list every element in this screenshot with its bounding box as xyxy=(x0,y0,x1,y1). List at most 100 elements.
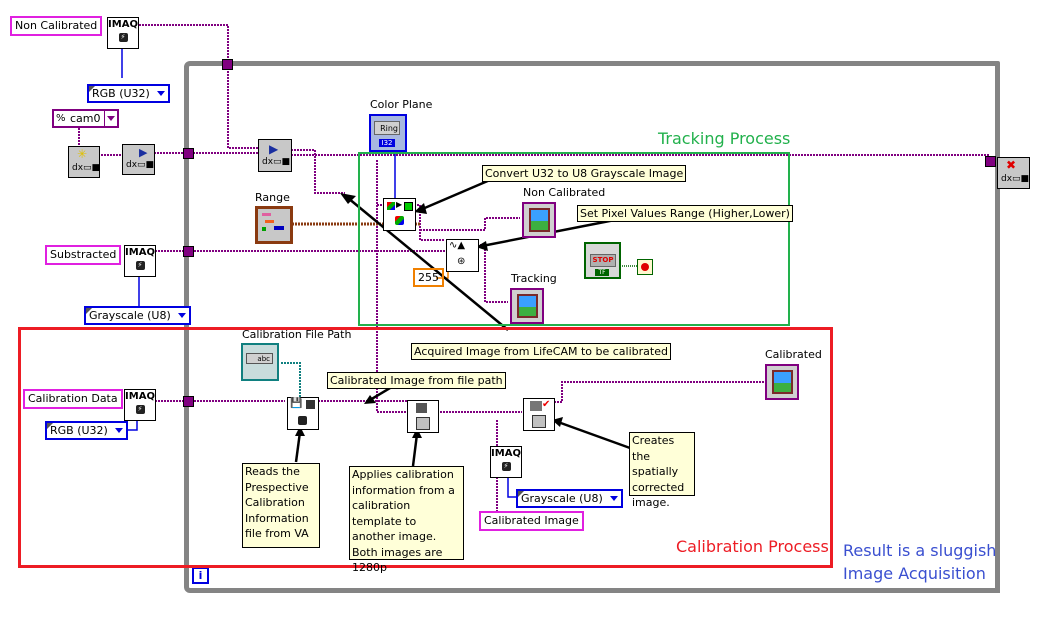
imaq-label: IMAQ xyxy=(125,391,155,402)
dropdown-arrow-icon xyxy=(177,313,186,318)
imaq-create-icon: ⚡ xyxy=(135,405,145,414)
camera-icon: dx▭■ xyxy=(262,157,291,167)
camera-name-ring[interactable]: % cam0 xyxy=(52,109,119,128)
imaq-correct-calibrated-image[interactable]: ✔ xyxy=(523,398,555,431)
note-reads: Reads the Prespective Calibration Inform… xyxy=(242,463,320,548)
constant-255[interactable]: 255 xyxy=(413,268,444,287)
dropdown-arrow-icon xyxy=(114,428,123,433)
enum-value: Grayscale (U8) xyxy=(521,492,603,505)
tracking-process-title: Tracking Process xyxy=(658,129,791,148)
image-icon xyxy=(306,400,315,409)
tracking-display-label: Tracking xyxy=(511,272,557,285)
image-icon xyxy=(517,294,538,318)
camera-icon: dx▭■ xyxy=(72,163,101,173)
histogram-icon: ∿▲ xyxy=(449,240,466,251)
cluster-element xyxy=(262,227,266,231)
image-type-enum-rgb-top[interactable]: RGB (U32) xyxy=(87,84,170,103)
cluster-element xyxy=(274,226,284,230)
imaq-threshold[interactable]: ∿▲ ⊛ xyxy=(446,239,479,272)
imaq-create-icon: ⚡ xyxy=(118,33,128,42)
cluster-element xyxy=(262,213,271,216)
image-icon xyxy=(772,370,793,394)
color-plane-label: Color Plane xyxy=(370,98,433,111)
imaq-extract-single-color-plane[interactable]: ▶ xyxy=(383,198,416,231)
imaq-create-icon: ⚡ xyxy=(135,261,145,270)
imaq-create-noncal[interactable]: IMAQ ⚡ xyxy=(107,17,139,49)
stop-if-true-icon xyxy=(641,263,649,271)
note-acquired: Acquired Image from LifeCAM to be calibr… xyxy=(411,343,671,360)
dropdown-arrow-icon xyxy=(156,91,165,96)
color-icon xyxy=(387,202,395,210)
note-set-range: Set Pixel Values Range (Higher,Lower) xyxy=(577,205,793,222)
wire-grab-out xyxy=(291,149,345,194)
color-plane-ring-control[interactable]: Ring I32 xyxy=(369,114,407,152)
calibration-file-path-control[interactable]: abc xyxy=(241,343,279,381)
calibrated-display-label: Calibrated xyxy=(765,348,822,361)
loop-tunnel xyxy=(222,59,233,70)
imaqdx-close-camera[interactable]: ✖ dx▭■ xyxy=(997,157,1030,189)
imaq-create-calibration[interactable]: IMAQ ⚡ xyxy=(124,389,156,421)
enum-value: RGB (U32) xyxy=(92,87,150,100)
result-line-2: Image Acquisition xyxy=(843,564,986,583)
enum-value: Grayscale (U8) xyxy=(89,309,171,322)
result-line-1: Result is a sluggish xyxy=(843,541,997,560)
tracking-image-display[interactable] xyxy=(510,288,544,324)
image-type-enum-rgb-bottom[interactable]: RGB (U32) xyxy=(45,421,128,440)
ring-type: I32 xyxy=(379,139,395,147)
calibrated-image-display[interactable] xyxy=(765,364,799,400)
imaq-create-calibrated[interactable]: IMAQ ⚡ xyxy=(490,446,522,478)
imaq-read-image-and-vision-info[interactable]: 💾 xyxy=(287,397,319,430)
imaq-set-calibration-info[interactable] xyxy=(407,400,439,433)
cluster-element xyxy=(265,220,274,223)
calibration-file-path-label: Calibration File Path xyxy=(242,328,352,341)
copy-icon xyxy=(416,403,427,413)
camera-value: cam0 xyxy=(70,112,101,125)
convert-icon xyxy=(298,416,307,425)
imaq-label: IMAQ xyxy=(125,247,155,258)
loop-tunnel xyxy=(183,246,194,257)
calibration-data-constant[interactable]: Calibration Data xyxy=(23,389,123,409)
camera-icon: dx▭■ xyxy=(126,160,155,170)
color-icon xyxy=(395,216,404,225)
calibration-icon xyxy=(532,415,546,428)
boolean-type: TF xyxy=(595,269,609,276)
calibrated-image-constant[interactable]: Calibrated Image xyxy=(479,511,584,531)
imaq-create-icon: ⚡ xyxy=(501,462,511,471)
check-icon: ✔ xyxy=(542,399,551,410)
new-icon: ✳ xyxy=(77,147,88,161)
path-value: abc xyxy=(246,353,273,364)
loop-condition-terminal[interactable] xyxy=(637,259,653,275)
calibration-process-title: Calibration Process xyxy=(676,537,829,556)
string-icon: % xyxy=(56,113,66,124)
arrow-right-icon: ▶ xyxy=(396,200,403,209)
imaq-label: IMAQ xyxy=(108,19,138,30)
loop-tunnel xyxy=(985,156,996,167)
play-icon: ▶ xyxy=(269,142,279,156)
enum-value: RGB (U32) xyxy=(50,424,108,437)
threshold-icon: ⊛ xyxy=(457,256,466,267)
note-creates: Creates the spatially corrected image. xyxy=(629,432,695,509)
note-applies: Applies calibration information from a c… xyxy=(349,466,464,574)
dropdown-arrow-icon xyxy=(609,496,618,501)
note-calibrated-from-path: Calibrated Image from file path xyxy=(327,372,506,389)
imaqdx-configure-grab[interactable]: ▶ dx▭■ xyxy=(122,144,155,175)
stop-button-control[interactable]: STOP TF xyxy=(584,242,621,279)
imaq-create-substracted[interactable]: IMAQ ⚡ xyxy=(124,245,156,277)
imaqdx-open-camera[interactable]: ✳ dx▭■ xyxy=(68,146,100,178)
image-type-enum-gray-bottom[interactable]: Grayscale (U8) xyxy=(516,489,623,508)
loop-tunnel xyxy=(183,148,194,159)
substracted-constant[interactable]: Substracted xyxy=(45,245,122,265)
play-icon: ▶ xyxy=(139,146,148,159)
image-icon xyxy=(529,208,550,232)
dropdown-arrow-icon xyxy=(103,111,117,126)
calibration-icon xyxy=(416,417,430,430)
plane-icon xyxy=(404,202,413,211)
non-calibrated-image-display[interactable] xyxy=(522,202,556,238)
note-convert: Convert U32 to U8 Grayscale Image xyxy=(482,165,687,182)
range-cluster-control[interactable] xyxy=(255,206,293,244)
imaqdx-grab[interactable]: ▶ dx▭■ xyxy=(258,139,292,172)
image-type-enum-gray-top[interactable]: Grayscale (U8) xyxy=(84,306,191,325)
non-calibrated-display-label: Non Calibrated xyxy=(523,186,606,199)
camera-icon: dx▭■ xyxy=(1001,174,1030,184)
non-calibrated-constant[interactable]: Non Calibrated xyxy=(10,16,103,36)
